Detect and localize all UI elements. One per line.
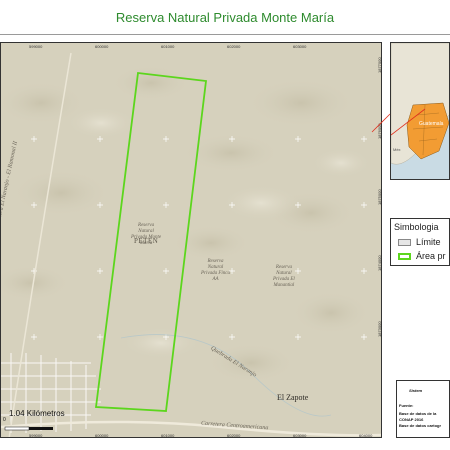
- town-label: El Zapote: [277, 393, 309, 402]
- x-tick-top: 599000: [29, 44, 43, 49]
- legend-item: Límite: [398, 237, 441, 247]
- y-tick-right: 1873000: [377, 321, 382, 337]
- legend-swatch-limite: [398, 238, 411, 246]
- info-line: CONAP 2016: [399, 417, 424, 422]
- x-tick-top: 602000: [227, 44, 241, 49]
- terrain-canvas: [1, 43, 381, 437]
- x-tick-top: 603000: [293, 44, 307, 49]
- manantial-line-4: Manantial: [273, 283, 295, 288]
- x-tick-bottom: 604000: [359, 433, 373, 438]
- x-tick-bottom: 602000: [227, 433, 241, 438]
- legend: Simbologia Límite Área pr: [390, 218, 450, 266]
- map-title: Reserva Natural Privada Monte María: [115, 9, 335, 25]
- info-line: Base de datos de la: [399, 411, 437, 416]
- legend-item: Área pr: [398, 251, 446, 261]
- y-tick-right: 1874000: [377, 255, 382, 271]
- info-fuente: Fuente:: [399, 403, 414, 408]
- scale-bar: [4, 426, 53, 431]
- x-tick-top: 600000: [95, 44, 109, 49]
- finca-aa-label: Reserva Natural Privada Finca AA: [201, 259, 230, 283]
- inset-canvas: [391, 43, 449, 179]
- y-tick-right: 1877000: [377, 57, 382, 73]
- x-tick-bottom: 603000: [293, 433, 307, 438]
- x-tick-bottom: 599000: [29, 433, 43, 438]
- manantial-label: Reserva Natural Privada El Manantial: [273, 265, 295, 289]
- x-tick-bottom: 601000: [161, 433, 175, 438]
- monte-maria-label: Reserva Natural Privada Monte María: [131, 223, 161, 247]
- x-tick-top: 601000: [161, 44, 175, 49]
- finca-aa-line-4: AA: [212, 277, 219, 282]
- info-box: Sistem Fuente: Base de datos de la CONAP…: [396, 380, 450, 438]
- info-line: Base de datos cartogr: [399, 423, 442, 428]
- scale-bar-label: 1.04 Kilómetros: [9, 409, 65, 418]
- info-heading: Sistem: [409, 388, 423, 393]
- x-tick-bottom: 600000: [95, 433, 109, 438]
- main-map[interactable]: 599000 600000 601000 602000 603000 59900…: [0, 42, 382, 438]
- inset-connector-line: [371, 113, 391, 133]
- title-divider: [0, 34, 450, 35]
- legend-label: Área pr: [416, 251, 446, 261]
- legend-title: Simbologia: [394, 222, 439, 232]
- legend-label: Límite: [416, 237, 441, 247]
- legend-swatch-area: [398, 252, 411, 260]
- locator-inset-map[interactable]: Guatemala Méx: [390, 42, 450, 180]
- inset-country-label: Guatemala: [419, 121, 444, 127]
- monte-maria-line-4: María: [139, 241, 153, 246]
- inset-neighbor-label: Méx: [393, 147, 401, 152]
- scale-bar-zero: 0: [3, 417, 6, 423]
- y-tick-right: 1875000: [377, 189, 382, 205]
